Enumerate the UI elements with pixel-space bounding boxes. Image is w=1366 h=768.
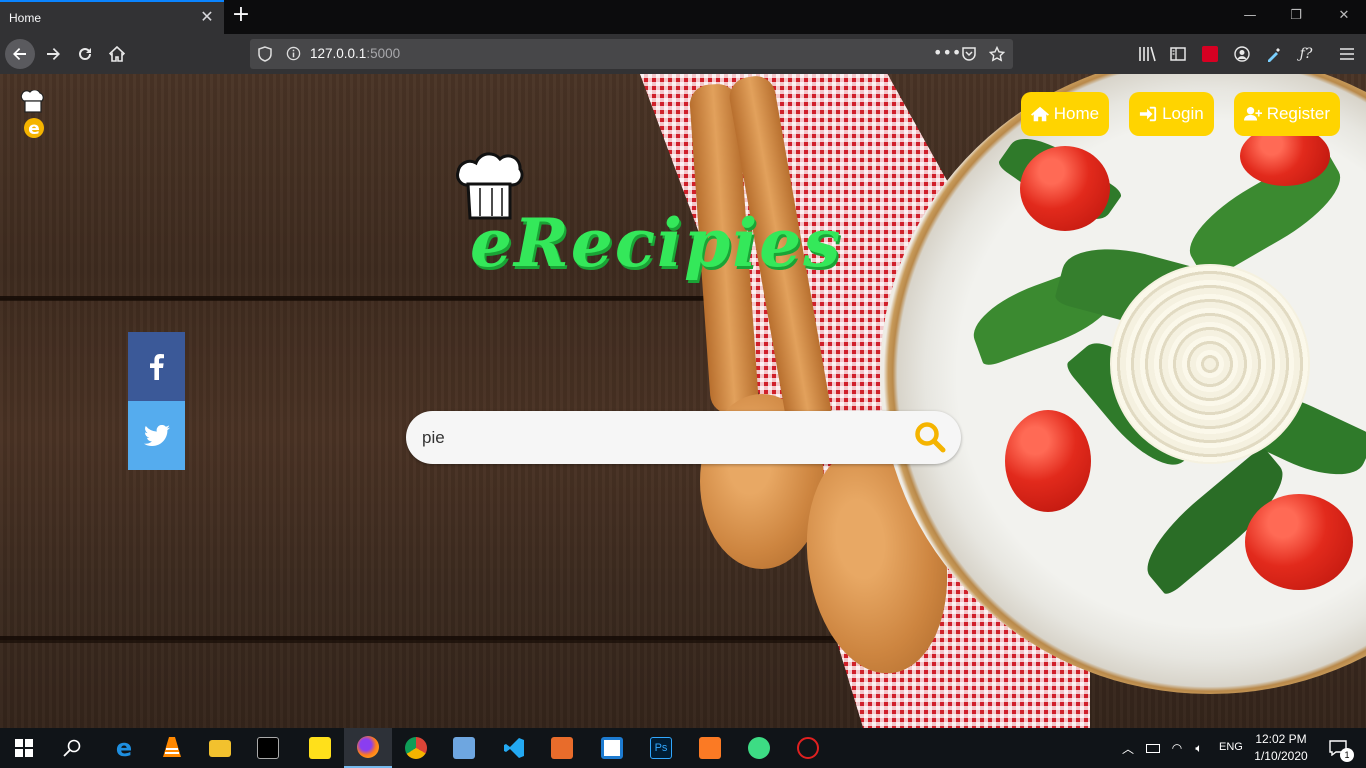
photoshop-icon[interactable]: Ps (637, 728, 685, 768)
twitter-button[interactable] (128, 401, 185, 470)
sourcetree-icon[interactable] (588, 728, 636, 768)
login-icon (1139, 106, 1157, 122)
sticky-notes-icon[interactable] (296, 728, 344, 768)
brand-header: eRecipies (450, 152, 870, 292)
twitter-icon (143, 424, 170, 446)
wifi-icon[interactable]: ◠ (1166, 728, 1188, 768)
notification-count: 1 (1340, 748, 1354, 762)
mozzarella-strings (1110, 264, 1310, 464)
tab-close-icon[interactable]: ✕ (198, 8, 216, 26)
clock-date: 1/10/2020 (1254, 749, 1308, 763)
extension-red-icon[interactable] (1200, 44, 1220, 64)
register-button[interactable]: Register (1233, 92, 1340, 136)
font-finder-icon[interactable]: ƒ? (1296, 44, 1316, 64)
search-input[interactable] (422, 425, 902, 450)
search-taskbar-icon[interactable] (48, 728, 96, 768)
url-bar[interactable]: 127.0.0.1:5000 ••• (250, 39, 1013, 69)
home-icon (1030, 106, 1049, 122)
browser-tab[interactable]: Home ✕ (0, 0, 224, 34)
url-text: 127.0.0.1:5000 (310, 46, 400, 61)
minimize-icon[interactable]: — (1238, 6, 1262, 26)
home-button[interactable]: Home (1020, 92, 1110, 136)
virtualbox-icon[interactable] (440, 728, 488, 768)
xampp-icon[interactable] (686, 728, 734, 768)
eyedropper-icon[interactable] (1264, 44, 1284, 64)
battery-icon[interactable] (1142, 728, 1164, 768)
plank-seam (0, 640, 880, 643)
facebook-icon (149, 353, 164, 380)
menu-icon[interactable] (1337, 44, 1357, 64)
bookmark-star-icon[interactable] (988, 45, 1006, 66)
url-port: :5000 (366, 46, 401, 61)
vscode-icon[interactable] (490, 728, 538, 768)
clock-time: 12:02 PM (1255, 732, 1307, 746)
info-icon[interactable] (286, 46, 301, 65)
library-icon[interactable] (1137, 44, 1157, 64)
search-button[interactable] (913, 421, 947, 455)
shield-icon[interactable] (258, 46, 272, 66)
taskbar: e Ps ︿ ◠ 🔈︎ ENG 12:02 PM 1/10/2020 1 (0, 728, 1366, 768)
register-icon (1243, 107, 1262, 121)
pocket-icon[interactable] (961, 46, 977, 66)
navigation-toolbar: 127.0.0.1:5000 ••• ƒ? (0, 34, 1366, 74)
chrome-icon[interactable] (392, 728, 440, 768)
login-button-label: Login (1162, 104, 1204, 123)
terminal-icon[interactable] (244, 728, 292, 768)
tab-title: Home (9, 11, 42, 25)
cherry-tomato (1005, 410, 1091, 512)
account-icon[interactable] (1232, 44, 1252, 64)
url-host: 127.0.0.1 (310, 46, 367, 61)
media-player-icon[interactable] (538, 728, 586, 768)
brand-title: eRecipies (470, 204, 843, 282)
firefox-icon[interactable] (344, 728, 392, 768)
action-center-icon[interactable]: 1 (1318, 728, 1358, 768)
volume-icon[interactable]: 🔈︎ (1188, 728, 1210, 768)
cherry-tomato (1020, 146, 1110, 231)
file-explorer-icon[interactable] (196, 728, 244, 768)
home-browser-icon[interactable] (102, 39, 132, 69)
show-hidden-icons[interactable]: ︿ (1118, 728, 1138, 768)
social-share-bar (128, 332, 185, 470)
reload-icon[interactable] (70, 39, 100, 69)
sidebar-icon[interactable] (1168, 44, 1188, 64)
forward-icon[interactable] (38, 39, 68, 69)
nav-buttons: Home Login Register (1020, 92, 1340, 136)
restore-icon[interactable]: ❐ (1284, 6, 1308, 26)
close-window-icon[interactable]: ✕ (1332, 6, 1356, 26)
language-indicator[interactable]: ENG (1219, 741, 1243, 753)
cherry-tomato (1245, 494, 1353, 590)
app-red-icon[interactable] (784, 728, 832, 768)
login-button[interactable]: Login (1129, 92, 1214, 136)
search-icon (915, 422, 946, 453)
vlc-icon[interactable] (148, 728, 196, 768)
register-button-label: Register (1266, 104, 1330, 123)
clock[interactable]: 12:02 PM 1/10/2020 (1252, 731, 1310, 765)
back-icon[interactable] (5, 39, 35, 69)
svg-text:e: e (28, 119, 40, 139)
home-button-label: Home (1053, 104, 1100, 123)
search-box (406, 411, 961, 464)
page-actions-icon[interactable]: ••• (933, 43, 961, 62)
facebook-button[interactable] (128, 332, 185, 401)
windows-start-icon[interactable] (0, 728, 48, 768)
tab-strip: Home ✕ + — ❐ ✕ (0, 0, 1366, 34)
android-studio-icon[interactable] (735, 728, 783, 768)
site-logo[interactable]: e (16, 89, 48, 140)
edge-icon[interactable]: e (100, 728, 148, 768)
page-viewport: e Home Login Register eRecipies (0, 74, 1366, 728)
new-tab-icon[interactable]: + (230, 4, 252, 27)
